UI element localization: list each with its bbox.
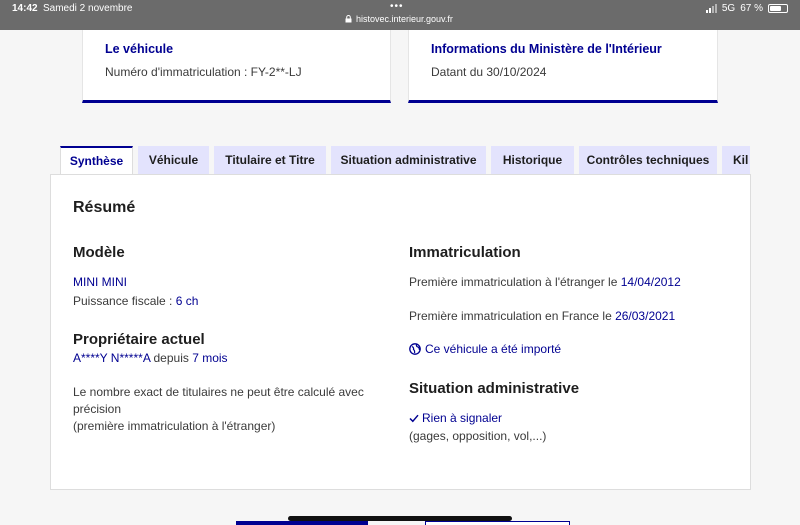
france-registration-date: 26/03/2021 xyxy=(615,309,676,323)
tab-bar: Synthèse Véhicule Titulaire et Titre Sit… xyxy=(60,146,750,174)
registration-heading: Immatriculation xyxy=(409,244,521,261)
address-bar[interactable]: histovec.interieur.gouv.fr xyxy=(345,14,453,24)
vehicle-card-title: Le véhicule xyxy=(105,42,174,56)
network-label: 5G xyxy=(721,3,736,14)
status-indicators: 5G 67 % xyxy=(705,3,788,14)
multitasking-dots-icon[interactable]: ••• xyxy=(390,1,404,12)
owner-note-line3: (première immatriculation à l'étranger) xyxy=(73,419,276,433)
tab-titulaire-titre[interactable]: Titulaire et Titre xyxy=(214,146,326,174)
summary-title: Résumé xyxy=(73,199,136,216)
foreign-registration-date: 14/04/2012 xyxy=(620,275,681,289)
registration-number: Numéro d'immatriculation : FY-2**-LJ xyxy=(105,65,302,79)
foreign-registration-label: Première immatriculation à l'étranger le xyxy=(409,275,621,289)
tab-vehicule[interactable]: Véhicule xyxy=(138,146,209,174)
primary-button[interactable] xyxy=(236,521,368,525)
status-date: Samedi 2 novembre xyxy=(43,3,133,14)
admin-heading: Situation administrative xyxy=(409,380,580,397)
ministry-card-title: Informations du Ministère de l'Intérieur xyxy=(431,42,662,56)
imported-link-label: Ce véhicule a été importé xyxy=(425,342,562,356)
status-bar: 14:42 Samedi 2 novembre ••• histovec.int… xyxy=(0,0,800,30)
admin-status-label: Rien à signaler xyxy=(422,411,503,425)
owner-line: A****Y N*****A depuis 7 mois xyxy=(73,351,228,365)
battery-label: 67 % xyxy=(740,3,763,14)
signal-icon xyxy=(705,4,717,13)
owner-since-label: depuis xyxy=(150,351,193,365)
model-name: MINI MINI xyxy=(73,275,127,289)
tab-controles-techniques[interactable]: Contrôles techniques xyxy=(579,146,717,174)
tab-situation-administrative[interactable]: Situation administrative xyxy=(331,146,486,174)
owner-heading: Propriétaire actuel xyxy=(73,331,205,348)
fiscal-power-value: 6 ch xyxy=(175,294,199,308)
checkmark-icon xyxy=(409,414,419,422)
synthese-panel: Résumé Modèle MINI MINI Puissance fiscal… xyxy=(50,174,751,490)
battery-icon xyxy=(768,4,788,13)
owner-since-value: 7 mois xyxy=(192,351,228,365)
url-text: histovec.interieur.gouv.fr xyxy=(356,14,453,24)
ministry-date: Datant du 30/10/2024 xyxy=(431,65,547,79)
tab-kilometrage[interactable]: Kil xyxy=(722,146,750,174)
secondary-button[interactable] xyxy=(425,521,570,525)
first-registration-france: Première immatriculation en France le 26… xyxy=(409,309,675,323)
tab-synthese[interactable]: Synthèse xyxy=(60,146,133,174)
globe-icon xyxy=(409,343,421,355)
lock-icon xyxy=(345,15,352,23)
owner-note-line2: précision xyxy=(73,402,122,416)
admin-details: (gages, opposition, vol,...) xyxy=(409,429,547,443)
ministry-card: Informations du Ministère de l'Intérieur… xyxy=(408,30,718,103)
imported-link[interactable]: Ce véhicule a été importé xyxy=(409,342,561,356)
owner-name: A****Y N*****A xyxy=(73,351,151,365)
admin-status: Rien à signaler xyxy=(409,411,502,425)
fiscal-power-label: Puissance fiscale : xyxy=(73,294,176,308)
home-indicator[interactable] xyxy=(288,516,512,521)
owner-note-line1: Le nombre exact de titulaires ne peut êt… xyxy=(73,385,364,399)
tab-historique[interactable]: Historique xyxy=(491,146,574,174)
france-registration-label: Première immatriculation en France le xyxy=(409,309,616,323)
fiscal-power: Puissance fiscale : 6 ch xyxy=(73,294,198,308)
status-time: 14:42 xyxy=(12,3,38,14)
first-registration-foreign: Première immatriculation à l'étranger le… xyxy=(409,275,681,289)
model-heading: Modèle xyxy=(73,244,125,261)
vehicle-card: Le véhicule Numéro d'immatriculation : F… xyxy=(82,30,391,103)
